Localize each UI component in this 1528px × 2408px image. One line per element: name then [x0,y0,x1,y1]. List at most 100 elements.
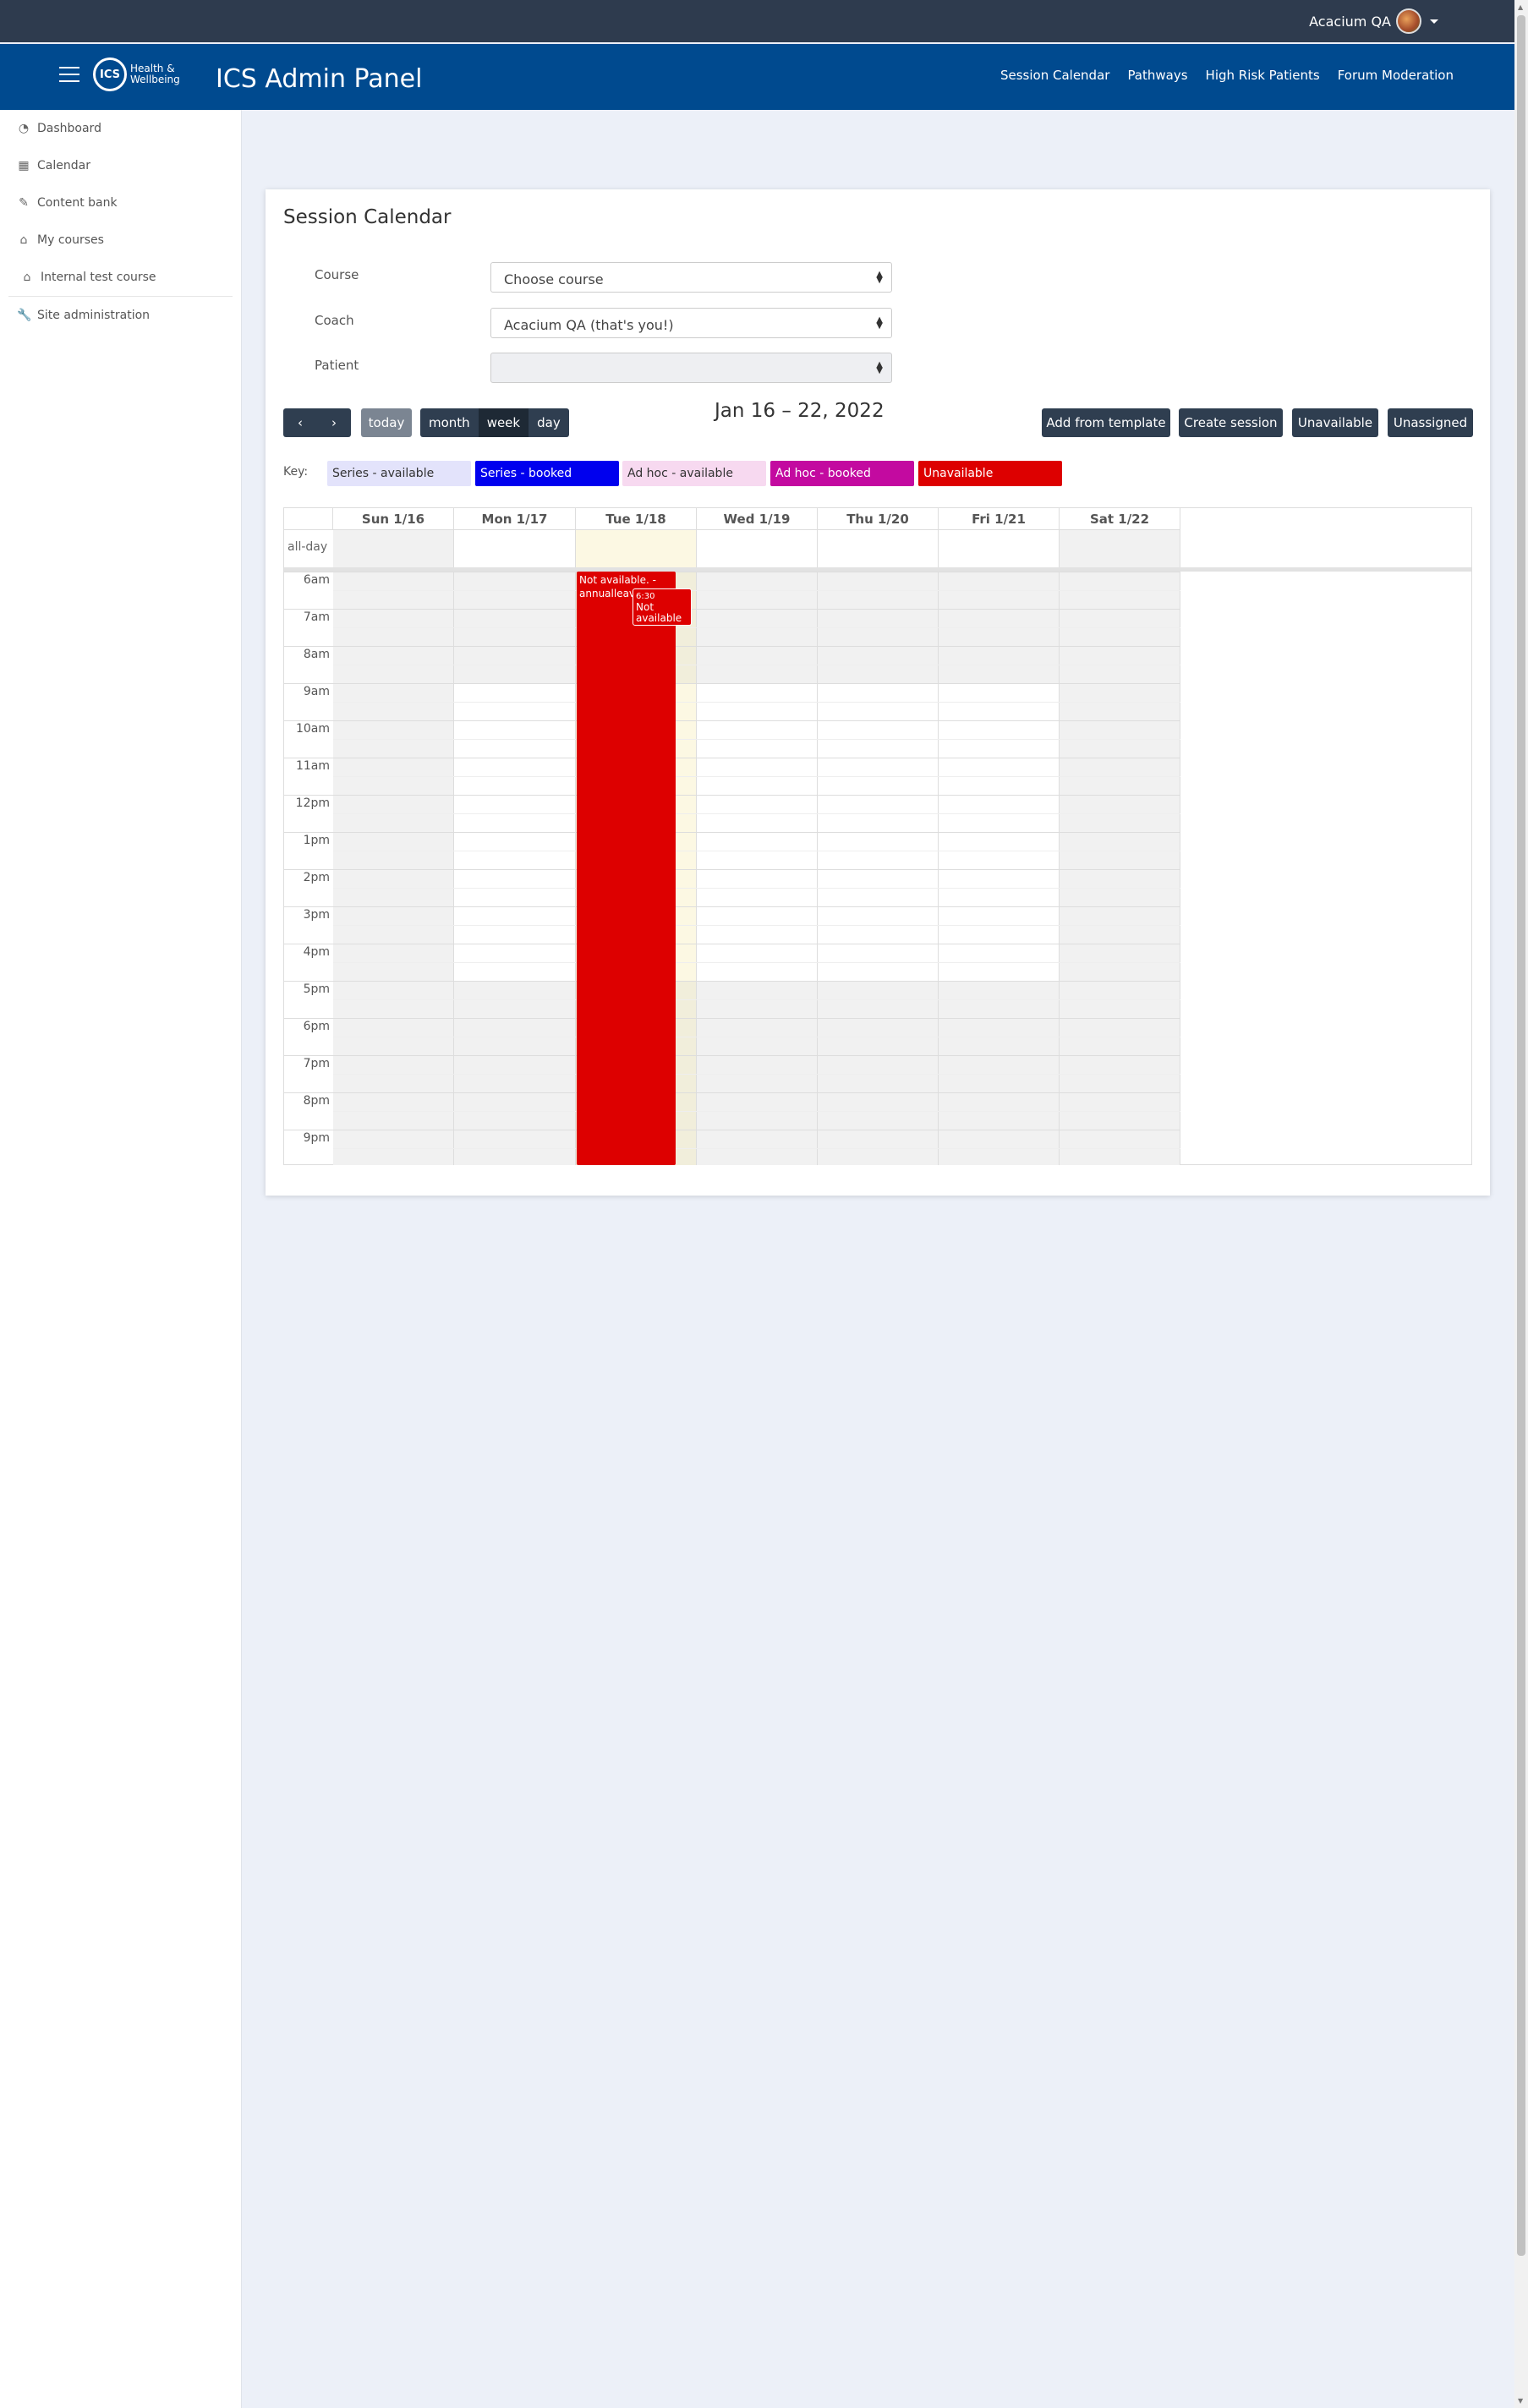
unavailable-event[interactable]: 6:30 Not available [633,588,692,626]
nav-forum-moderation[interactable]: Forum Moderation [1338,68,1454,83]
view-week-button[interactable]: week [478,408,529,437]
hour-label: 8am [303,648,330,661]
sidebar-item-site-administration[interactable]: 🔧 Site administration [0,297,241,334]
hour-label: 1pm [303,834,330,847]
day-column[interactable] [939,572,1060,1165]
sidebar-item-label: Calendar [37,159,90,172]
hour-label: 9pm [303,1131,330,1145]
hour-label: 10am [295,722,330,736]
all-day-cell[interactable] [697,530,818,567]
sidebar-item-content-bank[interactable]: ✎ Content bank [0,184,241,222]
nav-pathways[interactable]: Pathways [1127,68,1187,83]
hour-gridline [284,720,1180,721]
day-column[interactable] [333,572,454,1165]
view-month-button[interactable]: month [420,408,479,437]
hamburger-menu-icon[interactable] [59,67,79,82]
hour-label: 3pm [303,908,330,922]
key-series-available: Series - available [327,461,471,486]
brush-icon: ✎ [19,196,29,210]
hour-gridline [284,683,1180,684]
all-day-cell[interactable] [454,530,576,567]
scroll-thumb[interactable] [1517,15,1525,2256]
day-column[interactable] [697,572,818,1165]
time-axis-header [284,508,333,530]
nav-session-calendar[interactable]: Session Calendar [1000,68,1109,83]
sidebar-item-label: Site administration [37,309,151,322]
patient-row: Patient ▲ ▼ [315,353,906,383]
hour-gridline [284,795,1180,796]
graduation-cap-icon: ⌂ [19,233,28,247]
page-scrollbar[interactable]: ▲ ▼ [1514,0,1528,2408]
wrench-icon: 🔧 [17,309,32,322]
coach-select[interactable]: Acacium QA (that's you!) ▲ ▼ [490,308,892,338]
create-session-button[interactable]: Create session [1179,408,1283,437]
today-button[interactable]: today [361,408,412,437]
key-unavailable: Unavailable [918,461,1062,486]
unavailable-event[interactable]: Not available. - annualleave [577,572,676,1165]
avatar[interactable] [1396,8,1421,34]
hour-label: 8pm [303,1094,330,1108]
all-day-cell[interactable] [939,530,1060,567]
hour-gridline [284,1018,1180,1019]
graduation-cap-icon: ⌂ [23,271,31,284]
sidebar-item-label: Content bank [37,196,118,210]
calendar-icon: ▦ [18,159,30,172]
patient-label: Patient [315,358,359,373]
sidebar-item-my-courses[interactable]: ⌂ My courses [0,222,241,259]
day-column[interactable] [1060,572,1180,1165]
sidebar-item-label: Dashboard [37,122,101,135]
unassigned-button[interactable]: Unassigned [1388,408,1473,437]
key-ad-hoc-booked: Ad hoc - booked [770,461,914,486]
day-column[interactable] [818,572,939,1165]
hour-gridline [284,646,1180,647]
hour-gridline [284,832,1180,833]
hour-gridline [284,1055,1180,1056]
half-hour-gridline [333,1148,1180,1149]
hour-label: 11am [295,759,330,773]
hour-gridline [284,981,1180,982]
half-hour-gridline [333,888,1180,889]
scroll-down-arrow-icon[interactable]: ▼ [1518,2397,1523,2405]
sidebar-item-internal-test-course[interactable]: ⌂ Internal test course [0,259,241,296]
view-switcher: month week day [420,408,569,437]
logo[interactable]: ICS Health & Wellbeing [93,57,180,91]
half-hour-gridline [333,999,1180,1000]
half-hour-gridline [333,590,1180,591]
prev-button[interactable]: ‹ [283,408,317,437]
unavailable-button[interactable]: Unavailable [1292,408,1378,437]
course-label: Course [315,267,359,282]
patient-select[interactable]: ▲ ▼ [490,353,892,383]
all-day-cell[interactable] [576,530,697,567]
all-day-cell[interactable] [333,530,454,567]
date-range: Jan 16 – 22, 2022 [715,400,884,422]
course-select-value: Choose course [504,271,604,287]
sidebar-item-label: Internal test course [41,271,156,284]
half-hour-gridline [333,925,1180,926]
course-select[interactable]: Choose course ▲ ▼ [490,262,892,293]
caret-down-icon[interactable] [1430,19,1438,24]
hour-label: 2pm [303,871,330,884]
nav-high-risk-patients[interactable]: High Risk Patients [1206,68,1320,83]
add-from-template-button[interactable]: Add from template [1042,408,1170,437]
next-button[interactable]: › [317,408,351,437]
day-header-fri: Fri 1/21 [939,508,1060,530]
day-header-thu: Thu 1/20 [818,508,939,530]
half-hour-gridline [333,962,1180,963]
sidebar-item-calendar[interactable]: ▦ Calendar [0,147,241,184]
day-header-mon: Mon 1/17 [454,508,576,530]
view-day-button[interactable]: day [529,408,569,437]
day-column[interactable] [454,572,576,1165]
day-header-tue: Tue 1/18 [576,508,697,530]
user-menu[interactable]: Acacium QA [1309,8,1438,34]
all-day-cell[interactable] [818,530,939,567]
all-day-cell[interactable] [1060,530,1180,567]
all-day-label: all-day [288,540,328,554]
day-header-sat: Sat 1/22 [1060,508,1180,530]
sidebar-item-dashboard[interactable]: ◔ Dashboard [0,110,241,147]
half-hour-gridline [333,776,1180,777]
user-name: Acacium QA [1309,13,1391,30]
hour-label: 5pm [303,982,330,996]
scroll-up-arrow-icon[interactable]: ▲ [1518,3,1523,11]
coach-label: Coach [315,313,354,328]
sidebar: ◔ Dashboard ▦ Calendar ✎ Content bank ⌂ … [0,110,242,2408]
